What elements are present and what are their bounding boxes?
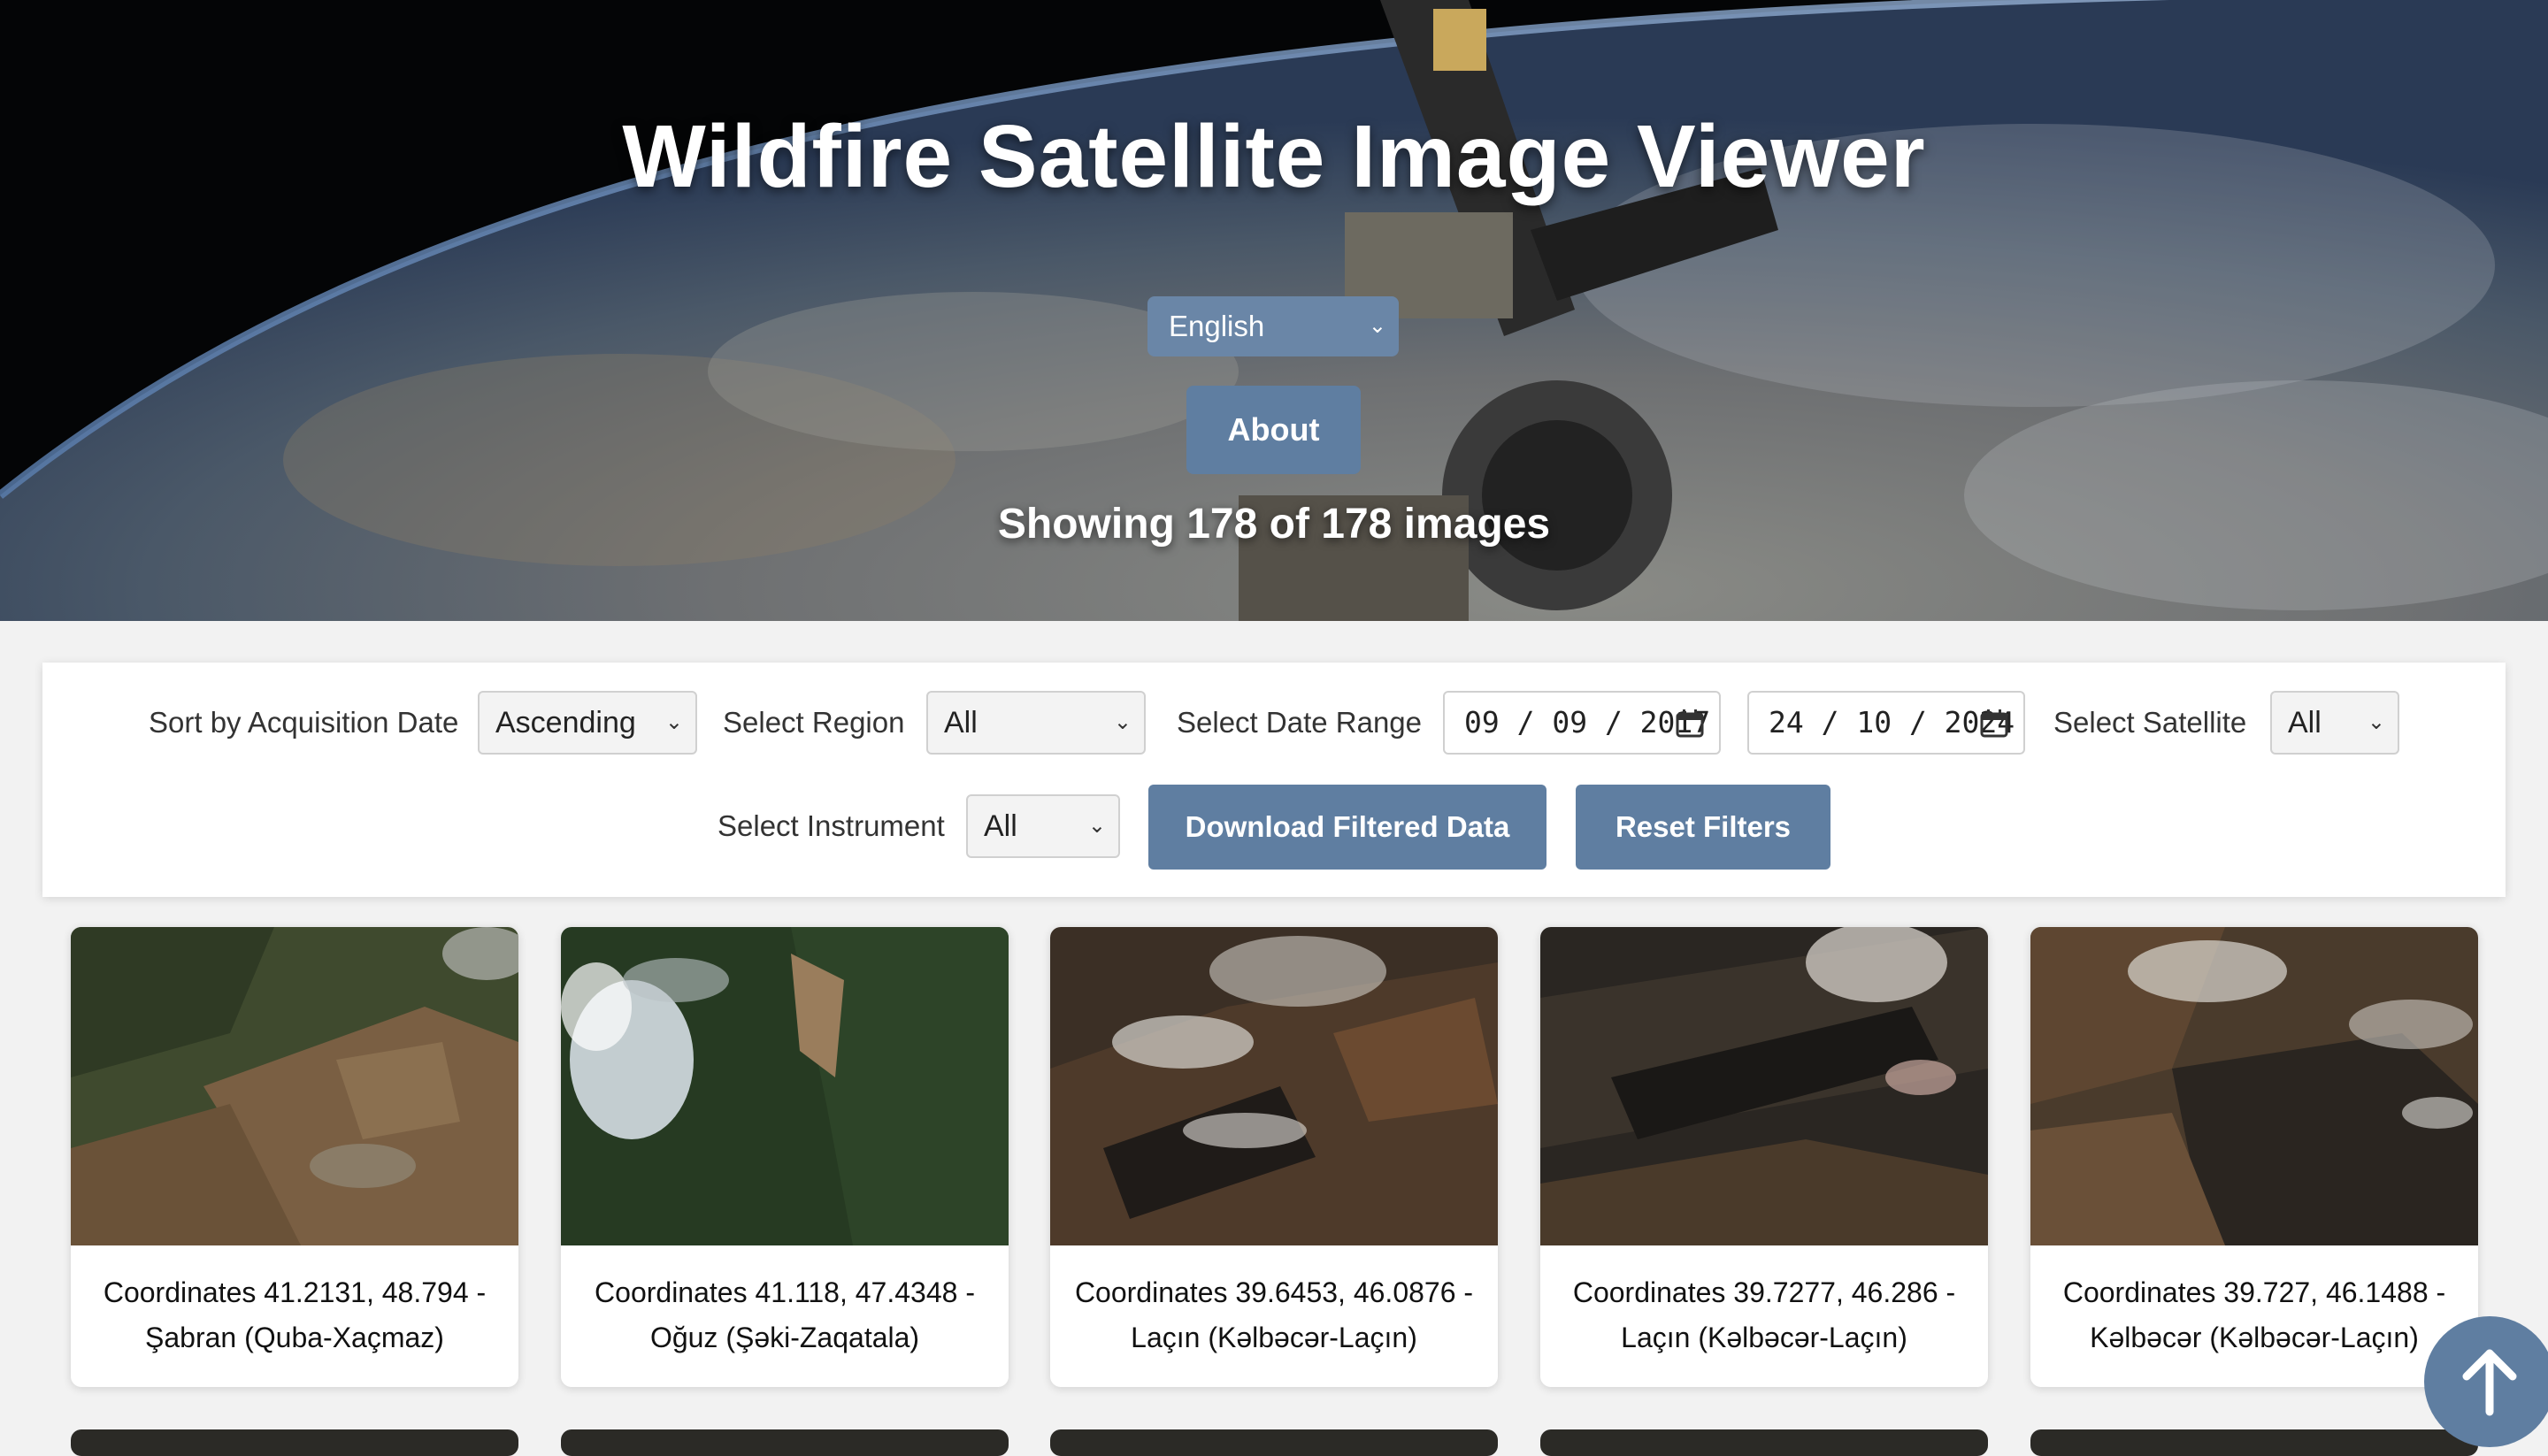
satellite-thumbnail[interactable] [561, 927, 1009, 1245]
satellite-label: Select Satellite [2053, 706, 2247, 739]
date-range-label: Select Date Range [1177, 706, 1423, 739]
satellite-thumbnail[interactable] [2030, 927, 2478, 1245]
card-coordinates: Coordinates 39.6453, 46.0876 - [1074, 1276, 1474, 1308]
card-caption: Coordinates 41.2131, 48.794 - Şabran (Qu… [71, 1270, 518, 1360]
satellite-thumbnail[interactable] [71, 927, 518, 1245]
image-card[interactable]: Coordinates 39.7277, 46.286 - Laçın (Kəl… [1540, 927, 1988, 1387]
language-select[interactable]: English ⌄ [1147, 296, 1399, 356]
hero-banner: Wildfire Satellite Image Viewer English … [0, 0, 2548, 621]
chevron-down-icon: ⌄ [1087, 814, 1106, 838]
language-select-value: English [1169, 310, 1265, 342]
scroll-to-top-button[interactable] [2422, 1314, 2548, 1449]
card-coordinates: Coordinates 41.118, 47.4348 - [595, 1276, 975, 1308]
region-select[interactable]: All ⌄ [926, 691, 1146, 755]
chevron-down-icon: ⌄ [2367, 710, 2385, 734]
card-caption: Coordinates 39.727, 46.1488 - Kəlbəcər (… [2030, 1270, 2478, 1360]
download-filtered-data-button[interactable]: Download Filtered Data [1148, 785, 1546, 870]
card-caption: Coordinates 39.6453, 46.0876 - Laçın (Kə… [1050, 1270, 1498, 1360]
chevron-down-icon: ⌄ [1113, 710, 1132, 734]
start-date-input[interactable]: 09 / 09 / 2017 [1443, 691, 1721, 755]
image-card[interactable]: Coordinates 39.6453, 46.0876 - Laçın (Kə… [1050, 927, 1498, 1387]
card-caption: Coordinates 41.118, 47.4348 - Oğuz (Şəki… [561, 1270, 1009, 1360]
image-card[interactable]: Coordinates 41.118, 47.4348 - Oğuz (Şəki… [561, 927, 1009, 1387]
image-count-text: Showing 178 of 178 images [997, 501, 1551, 548]
card-location: Laçın (Kəlbəcər-Laçın) [1131, 1322, 1417, 1353]
card-coordinates: Coordinates 39.727, 46.1488 - [2062, 1276, 2446, 1308]
satellite-thumbnail[interactable] [1540, 927, 1988, 1245]
reset-filters-button[interactable]: Reset Filters [1576, 785, 1830, 870]
card-coordinates: Coordinates 41.2131, 48.794 - [103, 1276, 487, 1308]
image-card-partial[interactable] [71, 1429, 518, 1456]
image-card-partial[interactable] [561, 1429, 1009, 1456]
instrument-select-value: All [984, 809, 1017, 843]
filter-panel: Sort by Acquisition Date Ascending ⌄ Sel… [42, 663, 2506, 897]
card-caption: Coordinates 39.7277, 46.286 - Laçın (Kəl… [1540, 1270, 1988, 1360]
satellite-select-value: All [2288, 706, 2322, 739]
region-select-value: All [944, 706, 978, 739]
start-date-value: 09 / 09 / 2017 [1464, 705, 1711, 739]
instrument-label: Select Instrument [718, 809, 945, 842]
end-date-value: 24 / 10 / 2024 [1769, 705, 2015, 739]
image-card-partial[interactable] [1050, 1429, 1498, 1456]
instrument-select[interactable]: All ⌄ [966, 794, 1120, 858]
sort-label: Sort by Acquisition Date [149, 706, 459, 739]
end-date-input[interactable]: 24 / 10 / 2024 [1747, 691, 2025, 755]
region-label: Select Region [723, 706, 905, 739]
sort-select[interactable]: Ascending ⌄ [478, 691, 697, 755]
image-card[interactable]: Coordinates 39.727, 46.1488 - Kəlbəcər (… [2030, 927, 2478, 1387]
satellite-thumbnail[interactable] [1050, 927, 1498, 1245]
image-card-partial[interactable] [2030, 1429, 2478, 1456]
image-card[interactable]: Coordinates 41.2131, 48.794 - Şabran (Qu… [71, 927, 518, 1387]
image-card-partial[interactable] [1540, 1429, 1988, 1456]
card-location: Laçın (Kəlbəcər-Laçın) [1621, 1322, 1907, 1353]
card-location: Oğuz (Şəki-Zaqatala) [649, 1322, 920, 1353]
calendar-icon[interactable] [1979, 709, 2009, 739]
chevron-down-icon: ⌄ [1368, 314, 1386, 338]
card-coordinates: Coordinates 39.7277, 46.286 - [1572, 1276, 1956, 1308]
about-button[interactable]: About [1186, 386, 1361, 474]
page-title: Wildfire Satellite Image Viewer [622, 107, 1926, 206]
calendar-icon[interactable] [1675, 709, 1705, 739]
card-location: Şabran (Quba-Xaçmaz) [145, 1322, 444, 1353]
card-location: Kəlbəcər (Kəlbəcər-Laçın) [2090, 1322, 2419, 1353]
satellite-select[interactable]: All ⌄ [2270, 691, 2399, 755]
sort-select-value: Ascending [495, 706, 636, 739]
chevron-down-icon: ⌄ [664, 710, 683, 734]
